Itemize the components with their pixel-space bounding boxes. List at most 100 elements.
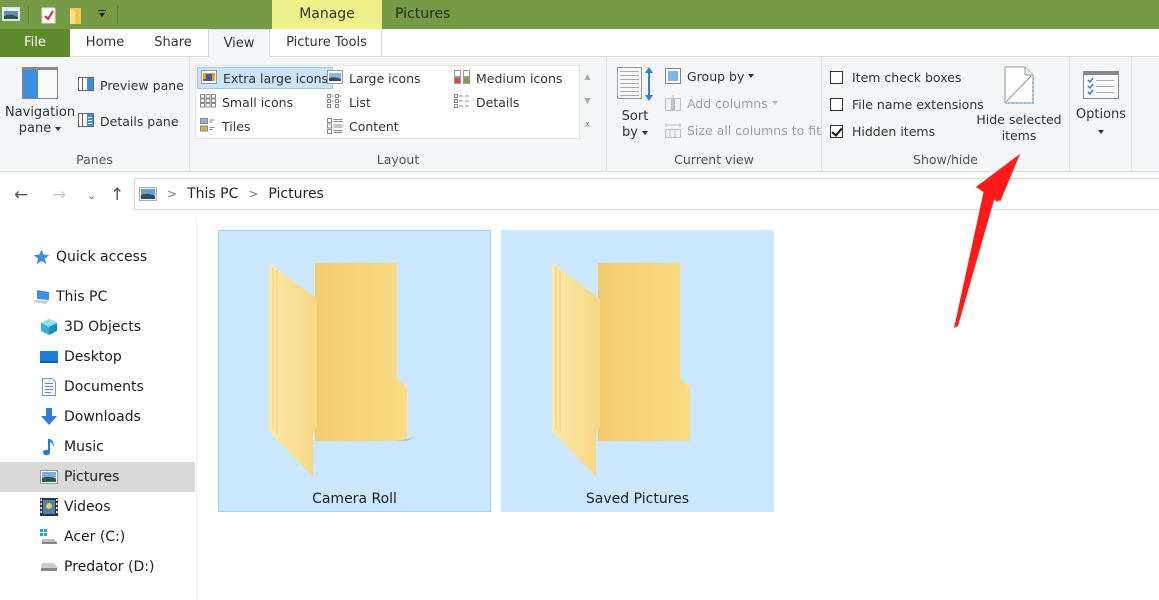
layout-details[interactable]: Details [451, 91, 523, 113]
layout-tiles[interactable]: Tiles [197, 115, 254, 137]
sidebar-item-acer-c[interactable]: Acer (C:) [0, 522, 195, 552]
ribbon-tabs: File Home Share View Picture Tools [0, 29, 1159, 58]
size-columns-button[interactable]: Size all columns to fit [665, 119, 821, 141]
item-check-boxes-label: Item check boxes [852, 69, 962, 85]
navigation-pane-button[interactable]: Navigation pane [4, 67, 76, 137]
tab-picture-tools[interactable]: Picture Tools [272, 29, 382, 57]
preview-pane-button[interactable]: Preview pane [78, 74, 184, 96]
layout-large-icons[interactable]: Large icons [324, 67, 425, 89]
expand-gallery-icon[interactable]: ⩡ [580, 113, 595, 137]
layout-content[interactable]: Content [324, 115, 403, 137]
cube-icon [40, 318, 58, 336]
current-view-group: Sort by Group by Add columns Size all co… [607, 57, 822, 172]
tab-share[interactable]: Share [140, 29, 206, 57]
sort-by-label-2: by [622, 125, 638, 140]
address-bar[interactable]: > This PC > Pictures [134, 178, 1159, 210]
navigation-row: ← → ⌄ ↑ > This PC > Pictures [0, 172, 1159, 218]
new-folder-icon[interactable] [69, 7, 87, 24]
window-icon[interactable] [2, 6, 20, 23]
sidebar-item-videos[interactable]: Videos [0, 492, 195, 522]
show-hide-group-label: Show/hide [913, 152, 978, 167]
navigation-pane-label-wrap: pane [4, 121, 76, 137]
sidebar-item-music[interactable]: Music [0, 432, 195, 462]
tiles-icon [200, 118, 216, 134]
breadcrumb-separator-icon[interactable]: > [167, 187, 177, 201]
folder-item-camera-roll[interactable]: Camera Roll [218, 230, 491, 512]
tab-file[interactable]: File [0, 29, 70, 57]
sidebar-item-documents[interactable]: Documents [0, 372, 195, 402]
details-pane-icon [78, 113, 94, 129]
list-label: List [349, 94, 371, 110]
sort-by-button[interactable]: Sort by [615, 67, 655, 141]
hidden-items-checkbox[interactable] [830, 124, 843, 138]
options-caret-wrap [1072, 123, 1130, 139]
quick-access-toolbar [0, 0, 126, 29]
pictures-icon [40, 468, 58, 486]
breadcrumb-pictures[interactable]: Pictures [268, 186, 323, 202]
window-title: Pictures [395, 6, 451, 22]
breadcrumb-separator-icon[interactable]: > [248, 187, 258, 201]
forward-arrow-icon[interactable]: → [52, 185, 66, 205]
sidebar-label: Downloads [64, 409, 141, 425]
ribbon: Navigation pane Preview pane Details pan… [0, 57, 1159, 172]
tab-home[interactable]: Home [72, 29, 138, 57]
layout-medium-icons[interactable]: Medium icons [451, 67, 566, 89]
sidebar-item-3d-objects[interactable]: 3D Objects [0, 312, 195, 342]
small-icons-icon [200, 94, 216, 110]
details-pane-label: Details pane [100, 113, 179, 129]
current-view-group-label: Current view [674, 152, 754, 167]
navigation-pane: Quick access This PC 3D Objects Desktop … [0, 218, 197, 600]
details-label: Details [476, 94, 520, 110]
breadcrumb-this-pc[interactable]: This PC [187, 186, 238, 202]
sidebar-item-quick-access[interactable]: Quick access [0, 242, 195, 272]
sidebar-label: Predator (D:) [64, 559, 155, 575]
up-arrow-icon[interactable]: ↑ [110, 185, 124, 205]
folder-icon [552, 263, 690, 477]
file-name-extensions-label: File name extensions [852, 96, 984, 112]
hide-selected-icon [1004, 66, 1034, 104]
sidebar-label: Acer (C:) [64, 529, 126, 545]
back-arrow-icon[interactable]: ← [14, 185, 28, 205]
toolbar-divider [117, 5, 118, 24]
download-icon [40, 408, 58, 426]
folder-item-saved-pictures[interactable]: Saved Pictures [501, 230, 774, 512]
sidebar-item-pictures[interactable]: Pictures [0, 462, 195, 492]
sidebar-item-this-pc[interactable]: This PC [0, 282, 195, 312]
layout-extra-large-icons[interactable]: Extra large icons [197, 67, 334, 89]
file-name-extensions-checkbox[interactable] [830, 97, 843, 111]
manage-contextual-tab[interactable]: Manage [272, 0, 382, 29]
tab-view[interactable]: View [208, 29, 270, 58]
navigation-pane-icon [22, 67, 58, 99]
customize-dropdown-icon[interactable] [97, 7, 107, 23]
recent-locations-chevron-icon[interactable]: ⌄ [87, 189, 96, 202]
sort-by-label-1: Sort [621, 109, 649, 124]
star-icon [32, 248, 50, 266]
sidebar-item-downloads[interactable]: Downloads [0, 402, 195, 432]
hidden-items-toggle[interactable]: Hidden items [830, 120, 935, 142]
hide-selected-items-button[interactable]: Hide selected items [974, 66, 1064, 144]
scroll-up-icon[interactable]: ▲ [580, 65, 595, 89]
small-icons-label: Small icons [222, 94, 294, 110]
sidebar-item-predator-d[interactable]: Predator (D:) [0, 552, 195, 582]
windows-drive-icon [40, 528, 58, 546]
scroll-down-icon[interactable]: ▼ [580, 89, 595, 113]
item-check-boxes-checkbox[interactable] [830, 70, 843, 84]
sidebar-item-desktop[interactable]: Desktop [0, 342, 195, 372]
chevron-down-icon [748, 74, 755, 78]
hide-selected-label-1: Hide selected [976, 112, 1062, 127]
chevron-down-icon [641, 130, 648, 135]
layout-list[interactable]: List [324, 91, 375, 113]
options-icon [1083, 71, 1119, 99]
sort-by-label-wrap: by [615, 125, 655, 141]
options-button[interactable]: Options [1072, 71, 1130, 139]
details-pane-button[interactable]: Details pane [78, 110, 179, 132]
add-columns-button[interactable]: Add columns [665, 92, 778, 114]
item-check-boxes-toggle[interactable]: Item check boxes [830, 66, 961, 88]
title-bar: Manage Pictures [0, 0, 1159, 29]
group-by-button[interactable]: Group by [665, 65, 755, 87]
layout-small-icons[interactable]: Small icons [197, 91, 297, 113]
layout-gallery-scroll[interactable]: ▲ ▼ ⩡ [579, 65, 595, 139]
properties-icon[interactable] [41, 7, 59, 23]
sidebar-label: Music [64, 439, 104, 455]
file-name-extensions-toggle[interactable]: File name extensions [830, 93, 984, 115]
